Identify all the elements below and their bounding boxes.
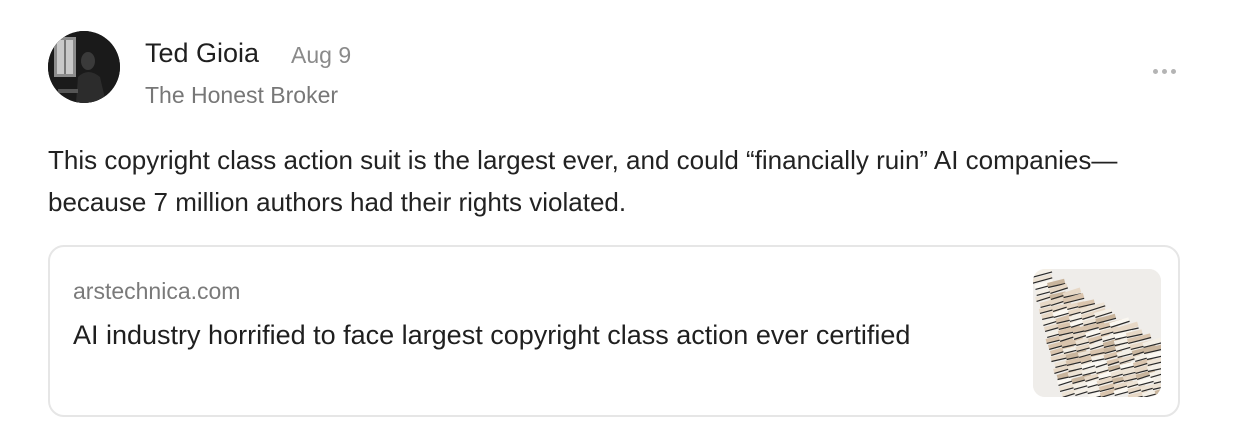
ellipsis-icon (1152, 68, 1158, 74)
link-domain: arstechnica.com (73, 278, 241, 304)
post-card: Ted Gioia Aug 9 The Honest Broker This c… (0, 0, 1238, 442)
link-thumbnail (1033, 269, 1161, 397)
post-body: This copyright class action suit is the … (48, 145, 1118, 217)
author-avatar[interactable] (48, 31, 120, 103)
publication-name[interactable]: The Honest Broker (145, 80, 338, 110)
link-preview-card[interactable]: arstechnica.com AI industry horrified to… (48, 245, 1180, 417)
link-title[interactable]: AI industry horrified to face largest co… (73, 315, 973, 356)
author-name[interactable]: Ted Gioia (145, 36, 259, 70)
avatar-photo-icon (48, 31, 120, 103)
ellipsis-icon (1170, 68, 1176, 74)
more-options-button[interactable] (1148, 61, 1180, 81)
post-date[interactable]: Aug 9 (291, 41, 351, 69)
ellipsis-icon (1161, 68, 1167, 74)
book-stacks-icon (1033, 269, 1161, 397)
